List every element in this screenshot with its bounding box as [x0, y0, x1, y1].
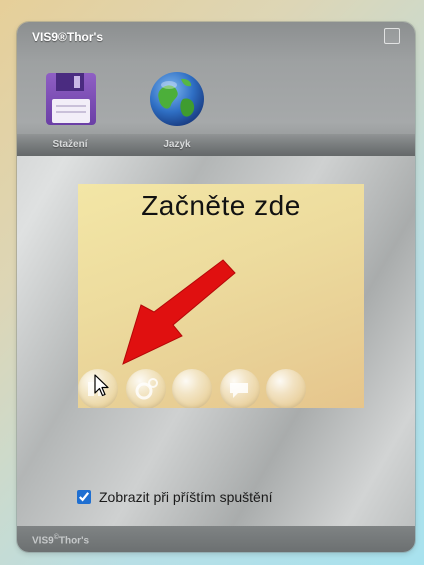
chat-bubble[interactable] [220, 369, 260, 408]
show-on-startup-checkbox[interactable] [77, 490, 91, 504]
show-on-startup-label[interactable]: Zobrazit při příštím spuštění [99, 489, 273, 505]
blank-bubble[interactable] [172, 369, 212, 408]
language-button[interactable]: Jazyk [142, 69, 212, 150]
footer-brand: VIS9©Thor's [32, 534, 90, 547]
window-control-button[interactable] [384, 28, 400, 44]
blank-bubble[interactable] [266, 369, 306, 408]
chat-icon [230, 383, 248, 398]
language-label: Jazyk [163, 139, 191, 150]
window-title: VIS9®Thor's [32, 30, 104, 44]
download-button[interactable]: Stažení [35, 69, 105, 150]
show-on-startup-option[interactable]: Zobrazit při příštím spuštění [77, 488, 273, 506]
gears-icon [135, 378, 158, 400]
download-label: Stažení [52, 139, 88, 150]
toolbar: VIS9®Thor's Stažení Jazyk [17, 22, 415, 156]
floppy-disk-icon [46, 73, 96, 125]
globe-icon [150, 72, 204, 126]
footer-bar: VIS9©Thor's [17, 526, 415, 552]
gears-bubble[interactable] [126, 369, 166, 408]
start-panel[interactable]: Začněte zde [78, 184, 364, 408]
app-window: VIS9®Thor's Stažení Jazyk Začněte zde Zo… [17, 22, 415, 552]
mouse-pointer-icon [94, 374, 109, 397]
